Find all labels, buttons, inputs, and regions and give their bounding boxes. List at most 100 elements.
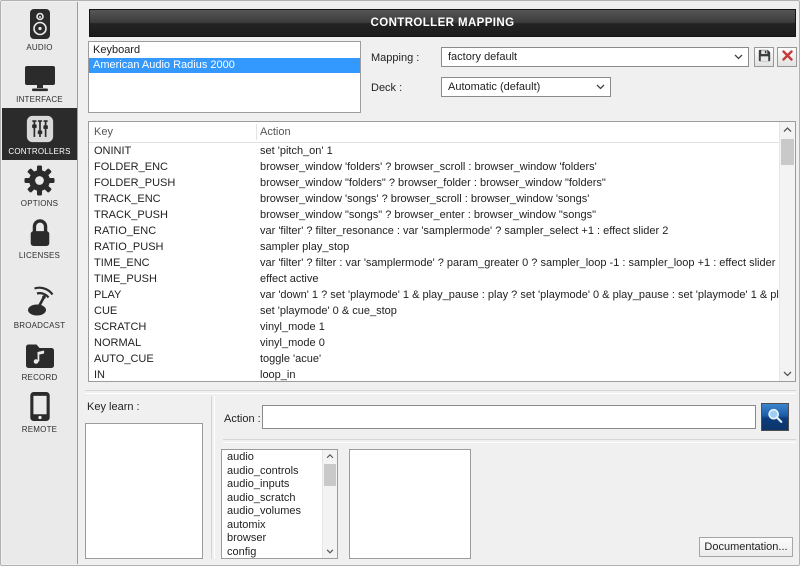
sidebar-item-label: RECORD	[22, 373, 58, 382]
table-row[interactable]: NORMAL vinyl_mode 0	[89, 335, 779, 351]
key-cell: TRACK_PUSH	[89, 207, 255, 223]
gear-icon	[24, 165, 55, 196]
sidebar-item-options[interactable]: OPTIONS	[2, 160, 77, 212]
list-item[interactable]: audio	[222, 451, 322, 465]
key-cell: FOLDER_PUSH	[89, 175, 255, 191]
sidebar-item-label: AUDIO	[26, 43, 52, 52]
vertical-divider	[211, 396, 215, 559]
scroll-down-icon[interactable]	[780, 366, 795, 381]
category-scrollbar[interactable]	[322, 450, 337, 558]
table-row[interactable]: AUTO_CUE toggle 'acue'	[89, 351, 779, 367]
table-row[interactable]: TRACK_PUSH browser_window "songs" ? brow…	[89, 207, 779, 223]
column-divider	[256, 124, 257, 140]
deck-select[interactable]: Automatic (default)	[441, 77, 611, 97]
action-cell: sampler play_stop	[255, 239, 779, 255]
list-item[interactable]: audio_volumes	[222, 505, 322, 519]
scroll-up-icon[interactable]	[780, 122, 795, 137]
key-cell: CUE	[89, 303, 255, 319]
table-row[interactable]: TIME_PUSH effect active	[89, 271, 779, 287]
table-row[interactable]: ONINIT set 'pitch_on' 1	[89, 143, 779, 159]
sidebar-item-label: CONTROLLERS	[8, 147, 70, 156]
key-learn-label: Key learn :	[87, 401, 140, 413]
table-row[interactable]: FOLDER_PUSH browser_window "folders" ? b…	[89, 175, 779, 191]
scroll-down-icon[interactable]	[323, 545, 337, 558]
table-row[interactable]: PLAY var 'down' 1 ? set 'playmode' 1 & p…	[89, 287, 779, 303]
table-row[interactable]: IN loop_in	[89, 367, 779, 381]
sidebar-item-interface[interactable]: INTERFACE	[2, 56, 77, 108]
list-item[interactable]: automix	[222, 519, 322, 533]
list-item[interactable]: browser	[222, 532, 322, 546]
action-input[interactable]	[262, 405, 756, 429]
broadcast-antenna-icon	[24, 286, 56, 318]
chevron-down-icon	[596, 78, 605, 96]
device-list[interactable]: Keyboard American Audio Radius 2000	[88, 41, 361, 113]
device-item-keyboard[interactable]: Keyboard	[89, 43, 360, 58]
action-divider	[223, 439, 796, 443]
list-item[interactable]: config	[222, 546, 322, 559]
table-row[interactable]: RATIO_ENC var 'filter' ? filter_resonanc…	[89, 223, 779, 239]
table-row[interactable]: SCRATCH vinyl_mode 1	[89, 319, 779, 335]
table-row[interactable]: CUE set 'playmode' 0 & cue_stop	[89, 303, 779, 319]
action-cell: browser_window "folders" ? browser_folde…	[255, 175, 779, 191]
column-header-action[interactable]: Action	[260, 126, 291, 138]
table-scrollbar[interactable]	[779, 122, 795, 381]
action-cell: loop_in	[255, 367, 779, 381]
list-item[interactable]: audio_scratch	[222, 492, 322, 506]
key-cell: IN	[89, 367, 255, 381]
floppy-disk-icon	[758, 49, 771, 65]
table-row[interactable]: TRACK_ENC browser_window 'songs' ? brows…	[89, 191, 779, 207]
sidebar-item-broadcast[interactable]: BROADCAST	[2, 282, 77, 334]
scrollbar-thumb[interactable]	[781, 139, 794, 165]
controller-mapping-window: AUDIO INTERFACE CONTROLLERS OPTIONS LICE	[0, 0, 800, 566]
key-cell: TIME_ENC	[89, 255, 255, 271]
sidebar-item-licenses[interactable]: LICENSES	[2, 212, 77, 264]
table-row[interactable]: RATIO_PUSH sampler play_stop	[89, 239, 779, 255]
key-cell: SCRATCH	[89, 319, 255, 335]
action-cell: vinyl_mode 1	[255, 319, 779, 335]
save-mapping-button[interactable]	[754, 47, 774, 67]
list-item[interactable]: audio_inputs	[222, 478, 322, 492]
key-cell: RATIO_ENC	[89, 223, 255, 239]
deck-select-value: Automatic (default)	[448, 81, 540, 93]
mapping-select[interactable]: factory default	[441, 47, 749, 67]
action-detail-list[interactable]	[349, 449, 471, 559]
device-item-controller[interactable]: American Audio Radius 2000	[89, 58, 360, 73]
section-divider	[85, 390, 796, 394]
sidebar-item-controllers[interactable]: CONTROLLERS	[2, 108, 77, 160]
search-action-button[interactable]	[761, 403, 789, 431]
action-cell: browser_window 'songs' ? browser_scroll …	[255, 191, 779, 207]
action-cell: browser_window "songs" ? browser_enter :…	[255, 207, 779, 223]
monitor-icon	[24, 65, 56, 92]
list-item[interactable]: audio_controls	[222, 465, 322, 479]
key-learn-list[interactable]	[85, 423, 203, 559]
action-cell: set 'pitch_on' 1	[255, 143, 779, 159]
table-row[interactable]: FOLDER_ENC browser_window 'folders' ? br…	[89, 159, 779, 175]
speaker-icon	[27, 8, 53, 40]
sliders-icon	[25, 114, 55, 144]
table-row[interactable]: TIME_ENC var 'filter' ? filter : var 'sa…	[89, 255, 779, 271]
sidebar-item-label: REMOTE	[22, 425, 57, 434]
mapping-select-value: factory default	[448, 51, 517, 63]
documentation-button[interactable]: Documentation...	[699, 537, 793, 557]
key-cell: TIME_PUSH	[89, 271, 255, 287]
action-cell: toggle 'acue'	[255, 351, 779, 367]
sidebar-item-label: BROADCAST	[14, 321, 66, 330]
table-header: Key Action	[89, 122, 779, 143]
sidebar-item-record[interactable]: RECORD	[2, 334, 77, 386]
chevron-down-icon	[734, 48, 743, 66]
action-cell: effect active	[255, 271, 779, 287]
red-x-icon	[782, 50, 793, 64]
remote-tablet-icon	[29, 391, 51, 422]
page-title: CONTROLLER MAPPING	[89, 9, 796, 37]
scroll-up-icon[interactable]	[323, 450, 337, 463]
action-cell: vinyl_mode 0	[255, 335, 779, 351]
action-category-list[interactable]: audio audio_controls audio_inputs audio_…	[221, 449, 338, 559]
sidebar-item-remote[interactable]: REMOTE	[2, 386, 77, 438]
sidebar-item-audio[interactable]: AUDIO	[2, 4, 77, 56]
key-cell: NORMAL	[89, 335, 255, 351]
column-header-key[interactable]: Key	[94, 126, 113, 138]
action-cell: set 'playmode' 0 & cue_stop	[255, 303, 779, 319]
scrollbar-thumb[interactable]	[324, 464, 336, 486]
delete-mapping-button[interactable]	[777, 47, 797, 67]
search-icon	[766, 407, 784, 428]
